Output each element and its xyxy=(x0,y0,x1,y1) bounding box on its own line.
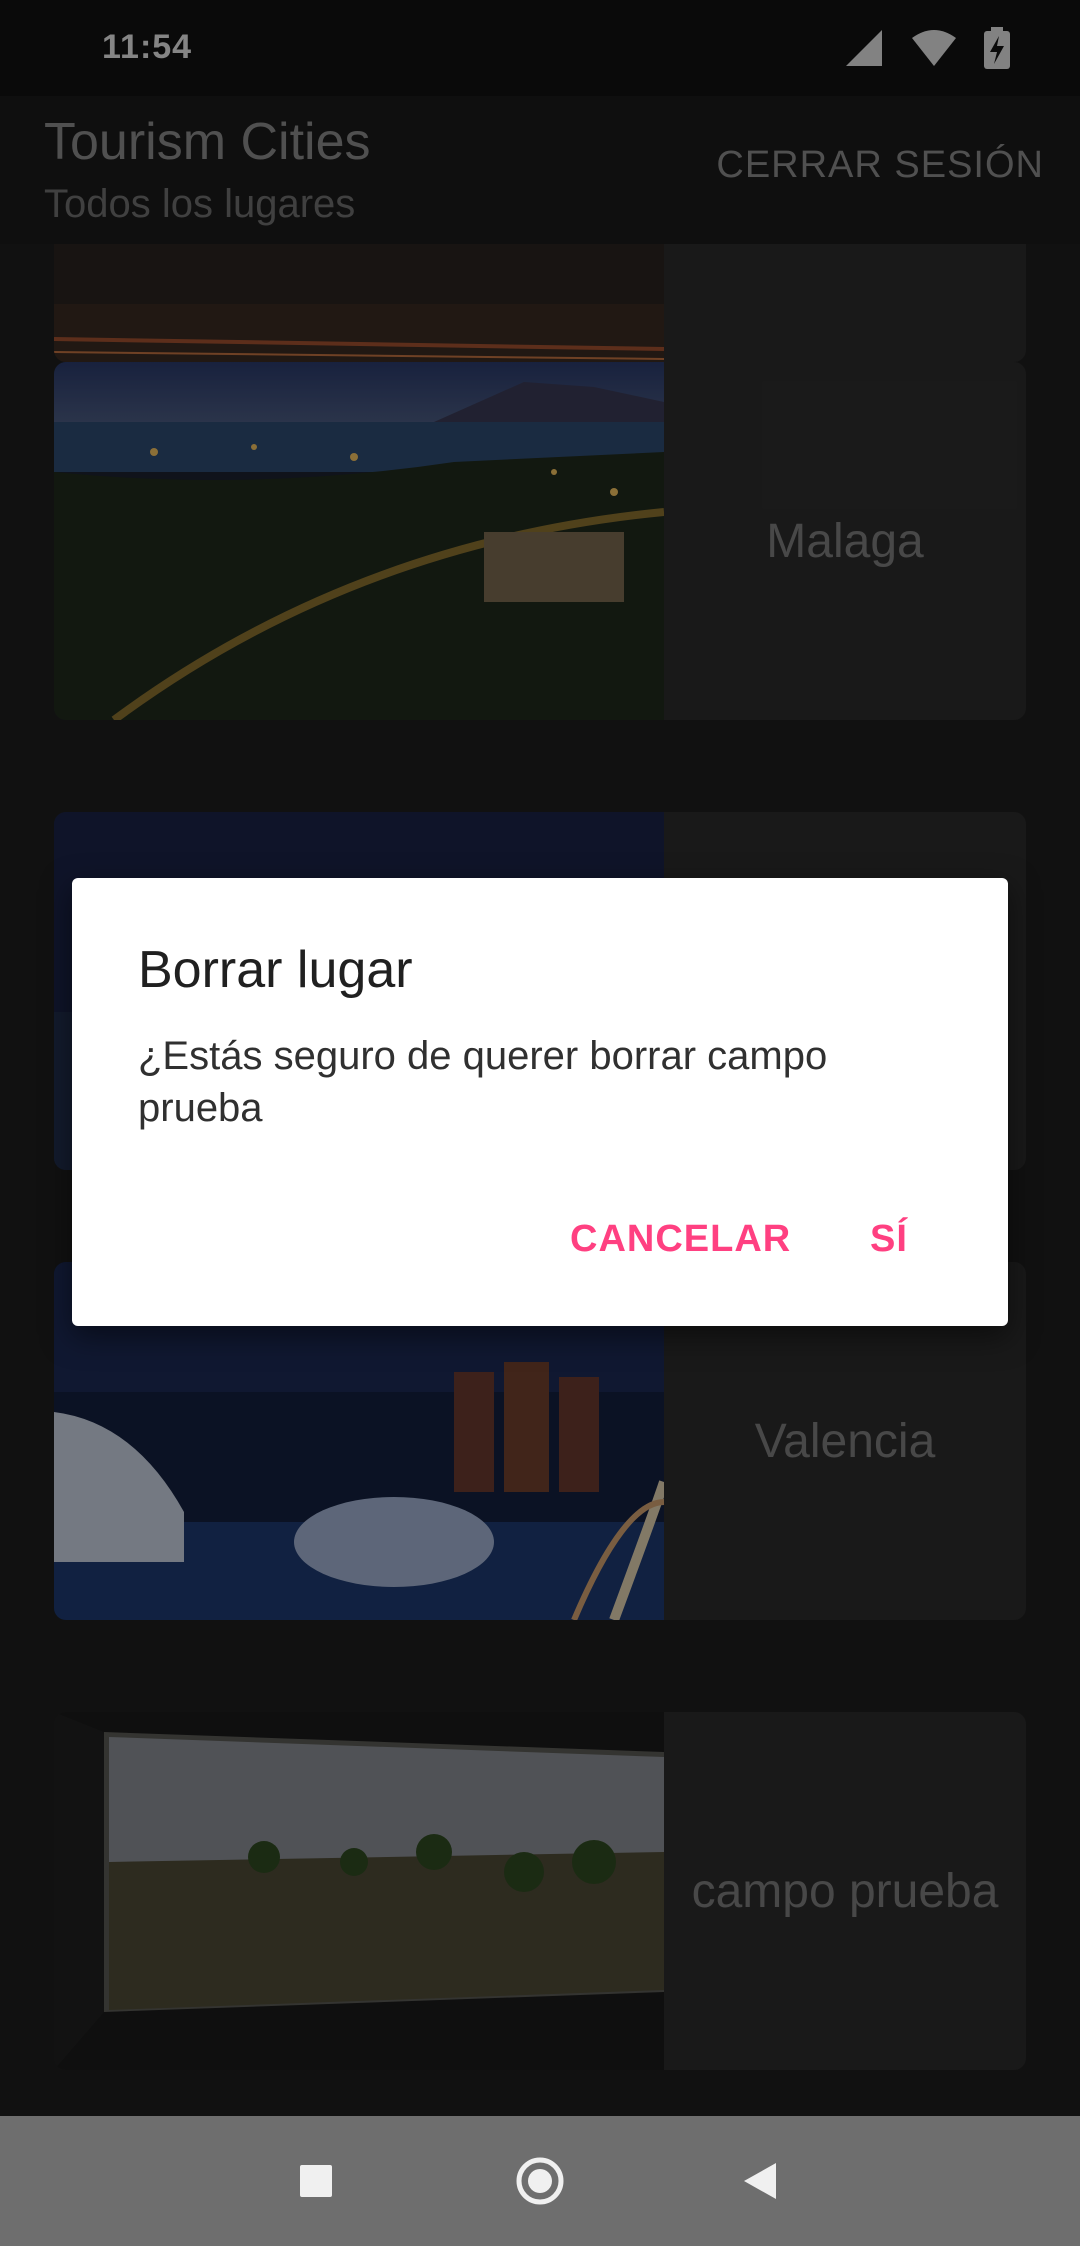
place-image xyxy=(54,362,664,720)
back-icon xyxy=(744,2163,776,2199)
dialog-message: ¿Estás seguro de querer borrar campo pru… xyxy=(138,1034,828,1130)
recents-icon xyxy=(300,2165,332,2197)
status-time: 11:54 xyxy=(102,28,193,66)
home-icon xyxy=(516,2157,564,2205)
confirm-button[interactable]: SÍ xyxy=(870,1218,908,1261)
place-name: Malaga xyxy=(766,514,924,568)
wifi-icon xyxy=(912,30,956,66)
status-bar: 11:54 xyxy=(0,0,1080,96)
app-subtitle: Todos los lugares xyxy=(44,182,356,226)
recents-button[interactable] xyxy=(246,2116,386,2246)
app-title: Tourism Cities xyxy=(44,113,371,171)
back-button[interactable] xyxy=(690,2116,830,2246)
place-name xyxy=(664,244,1026,362)
battery-charging-icon xyxy=(984,27,1010,69)
place-card[interactable]: campo prueba xyxy=(54,1712,1026,2070)
app-bar: Tourism Cities Todos los lugares CERRAR … xyxy=(0,96,1080,244)
place-image xyxy=(54,1712,664,2070)
status-icons xyxy=(844,26,1010,70)
delete-place-dialog: Borrar lugar ¿Estás seguro de querer bor… xyxy=(72,878,1008,1326)
cancel-button[interactable]: CANCELAR xyxy=(570,1218,791,1261)
place-card[interactable]: Malaga xyxy=(54,362,1026,720)
logout-button[interactable]: CERRAR SESIÓN xyxy=(716,144,1044,187)
place-image xyxy=(54,244,664,362)
place-name: campo prueba xyxy=(691,1864,999,1918)
dialog-title: Borrar lugar xyxy=(138,941,413,999)
place-card[interactable] xyxy=(54,244,1026,362)
signal-icon xyxy=(846,30,882,66)
system-nav-bar xyxy=(0,2116,1080,2246)
home-button[interactable] xyxy=(470,2116,610,2246)
